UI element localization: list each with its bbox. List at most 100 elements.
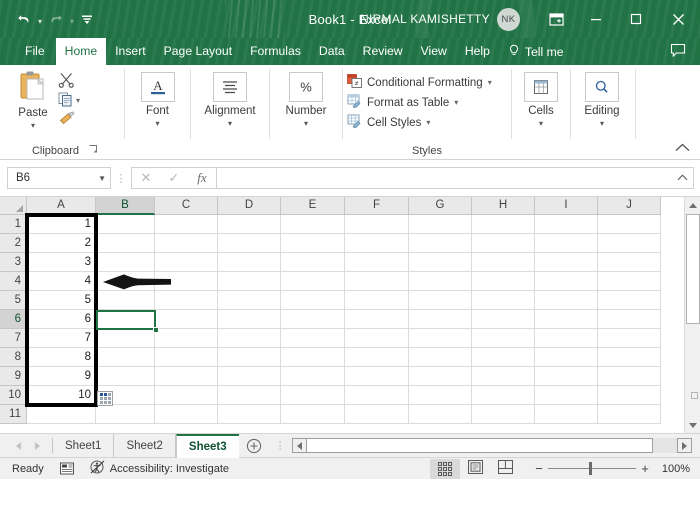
row-header-6[interactable]: 6	[0, 310, 27, 329]
row-header-4[interactable]: 4	[0, 272, 27, 291]
cell-J10[interactable]	[598, 386, 661, 405]
conditional-formatting-dropdown-icon[interactable]: ▾	[488, 78, 492, 87]
alignment-dropdown-icon[interactable]: ▾	[228, 120, 232, 128]
tab-data[interactable]: Data	[310, 38, 354, 65]
cell-A3[interactable]: 3	[27, 253, 96, 272]
tab-help[interactable]: Help	[456, 38, 499, 65]
cell-I2[interactable]	[535, 234, 598, 253]
undo-icon[interactable]	[13, 6, 35, 32]
sheet-bar-grip[interactable]: ⋮	[269, 439, 292, 452]
cell-C9[interactable]	[155, 367, 218, 386]
redo-icon[interactable]	[45, 6, 67, 32]
cell-H10[interactable]	[472, 386, 535, 405]
row-header-11[interactable]: 11	[0, 405, 27, 424]
row-header-10[interactable]: 10	[0, 386, 27, 405]
cut-button[interactable]	[58, 73, 80, 90]
cell-F8[interactable]	[345, 348, 409, 367]
cell-G7[interactable]	[409, 329, 472, 348]
horizontal-scroll-track[interactable]	[291, 438, 692, 453]
next-sheet-icon[interactable]	[35, 441, 40, 450]
cell-I5[interactable]	[535, 291, 598, 310]
cell-E3[interactable]	[281, 253, 345, 272]
cell-G11[interactable]	[409, 405, 472, 424]
macro-record-button[interactable]	[44, 462, 74, 475]
cell-F10[interactable]	[345, 386, 409, 405]
cell-G1[interactable]	[409, 215, 472, 234]
sheet-tab-sheet1[interactable]: Sheet1	[53, 433, 115, 458]
cell-H5[interactable]	[472, 291, 535, 310]
cell-G6[interactable]	[409, 310, 472, 329]
cell-E7[interactable]	[281, 329, 345, 348]
cell-C3[interactable]	[155, 253, 218, 272]
cell-H6[interactable]	[472, 310, 535, 329]
cell-A6[interactable]: 6	[27, 310, 96, 329]
column-header-c[interactable]: C	[155, 197, 218, 215]
close-button[interactable]	[656, 0, 700, 38]
cell-A5[interactable]: 5	[27, 291, 96, 310]
cell-C5[interactable]	[155, 291, 218, 310]
cell-I6[interactable]	[535, 310, 598, 329]
cell-G3[interactable]	[409, 253, 472, 272]
cell-B7[interactable]	[96, 329, 155, 348]
cell-B8[interactable]	[96, 348, 155, 367]
minimize-button[interactable]	[576, 0, 616, 38]
cell-B6[interactable]	[96, 310, 155, 329]
copy-dropdown-icon[interactable]: ▾	[76, 96, 80, 105]
cell-D6[interactable]	[218, 310, 281, 329]
column-header-j[interactable]: J	[598, 197, 661, 215]
column-header-i[interactable]: I	[535, 197, 598, 215]
cell-H7[interactable]	[472, 329, 535, 348]
cell-I8[interactable]	[535, 348, 598, 367]
select-all-corner[interactable]	[0, 197, 27, 215]
cell-D2[interactable]	[218, 234, 281, 253]
cells-button[interactable]: Cells ▾	[515, 70, 567, 128]
name-box-dropdown-icon[interactable]: ▼	[98, 174, 106, 183]
cell-H3[interactable]	[472, 253, 535, 272]
vertical-scrollbar[interactable]	[684, 197, 700, 433]
format-painter-button[interactable]	[58, 111, 80, 128]
cell-I3[interactable]	[535, 253, 598, 272]
editing-button[interactable]: Editing ▾	[576, 70, 628, 128]
customize-quick-access-toolbar-icon[interactable]	[77, 6, 97, 32]
cell-A2[interactable]: 2	[27, 234, 96, 253]
cell-B3[interactable]	[96, 253, 155, 272]
tab-file[interactable]: File	[14, 38, 56, 65]
cell-D9[interactable]	[218, 367, 281, 386]
cell-I4[interactable]	[535, 272, 598, 291]
font-button[interactable]: A Font ▾	[132, 70, 184, 128]
add-sheet-button[interactable]	[239, 438, 269, 454]
row-header-8[interactable]: 8	[0, 348, 27, 367]
clipboard-dialog-launcher-icon[interactable]	[89, 144, 98, 158]
cell-B9[interactable]	[96, 367, 155, 386]
split-handle[interactable]	[691, 392, 698, 399]
cell-E2[interactable]	[281, 234, 345, 253]
cell-F6[interactable]	[345, 310, 409, 329]
horizontal-scroll-thumb[interactable]	[306, 438, 653, 453]
alignment-button[interactable]: Alignment ▾	[198, 70, 261, 128]
tab-formulas[interactable]: Formulas	[241, 38, 310, 65]
cell-I7[interactable]	[535, 329, 598, 348]
ribbon-display-options-icon[interactable]	[536, 0, 576, 38]
cell-E11[interactable]	[281, 405, 345, 424]
scroll-up-button[interactable]	[685, 197, 700, 213]
cell-J4[interactable]	[598, 272, 661, 291]
normal-view-button[interactable]	[430, 458, 460, 479]
cell-D5[interactable]	[218, 291, 281, 310]
row-header-3[interactable]: 3	[0, 253, 27, 272]
cell-G9[interactable]	[409, 367, 472, 386]
cell-F1[interactable]	[345, 215, 409, 234]
cell-C7[interactable]	[155, 329, 218, 348]
cell-G10[interactable]	[409, 386, 472, 405]
cell-A11[interactable]	[27, 405, 96, 424]
cell-J2[interactable]	[598, 234, 661, 253]
cell-A7[interactable]: 7	[27, 329, 96, 348]
cell-B2[interactable]	[96, 234, 155, 253]
cell-B1[interactable]	[96, 215, 155, 234]
cell-G2[interactable]	[409, 234, 472, 253]
column-header-d[interactable]: D	[218, 197, 281, 215]
cell-I11[interactable]	[535, 405, 598, 424]
avatar[interactable]: NK	[497, 7, 520, 31]
cell-E4[interactable]	[281, 272, 345, 291]
paste-button[interactable]: Paste ▾	[10, 70, 56, 130]
column-header-e[interactable]: E	[281, 197, 345, 215]
